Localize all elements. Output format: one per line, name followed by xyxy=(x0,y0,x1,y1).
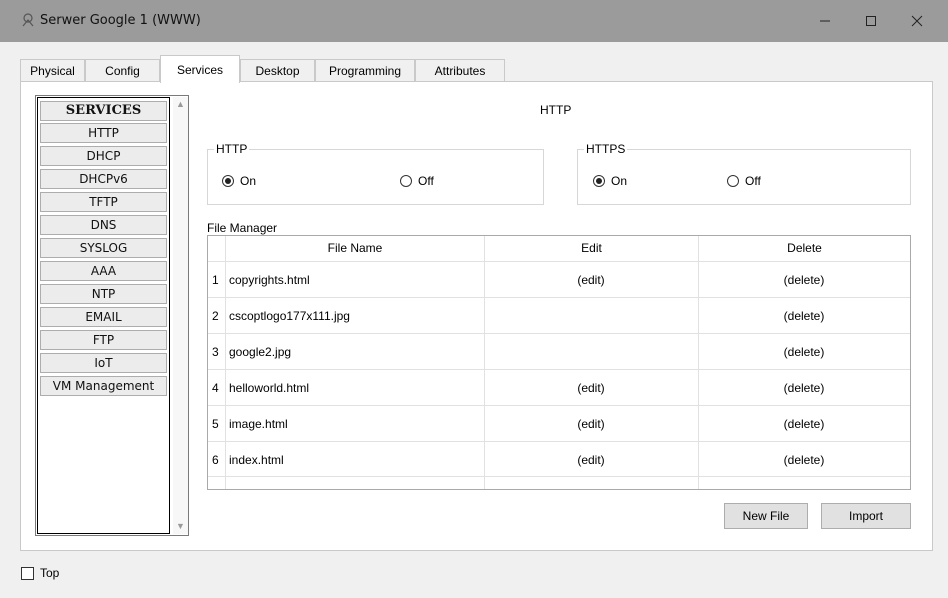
https-on-label: On xyxy=(611,174,628,188)
scroll-down-icon[interactable]: ▼ xyxy=(173,519,188,534)
row-number: 1 xyxy=(212,273,219,287)
service-item-aaa[interactable]: AAA xyxy=(40,261,167,281)
https-on-radio[interactable]: On xyxy=(593,174,627,188)
edit-link[interactable]: (edit) xyxy=(484,262,698,298)
checkbox-icon xyxy=(21,566,34,580)
service-item-ftp[interactable]: FTP xyxy=(40,330,167,350)
delete-link[interactable]: (delete) xyxy=(698,334,910,370)
top-checkbox[interactable]: Top xyxy=(21,566,59,580)
http-off-radio[interactable]: Off xyxy=(400,174,434,188)
import-button[interactable]: Import xyxy=(821,503,911,529)
https-off-label: Off xyxy=(745,174,761,188)
service-item-syslog[interactable]: SYSLOG xyxy=(40,238,167,258)
delete-link[interactable]: (delete) xyxy=(698,298,910,334)
http-off-label: Off xyxy=(418,174,434,188)
delete-link[interactable]: (delete) xyxy=(698,442,910,478)
service-item-dhcp[interactable]: DHCP xyxy=(40,146,167,166)
table-row: 1 copyrights.html (edit) (delete) xyxy=(208,261,910,297)
table-row: 3 google2.jpg (delete) xyxy=(208,333,910,369)
row-number: 6 xyxy=(212,453,219,467)
table-row: 2 cscoptlogo177x111.jpg (delete) xyxy=(208,297,910,333)
close-icon xyxy=(911,15,923,27)
maximize-icon xyxy=(866,16,876,26)
scroll-up-icon[interactable]: ▲ xyxy=(173,97,188,112)
tab-attributes[interactable]: Attributes xyxy=(415,59,505,81)
radio-unchecked-icon xyxy=(400,175,412,187)
delete-link[interactable]: (delete) xyxy=(698,370,910,406)
row-number: 5 xyxy=(212,417,219,431)
service-item-tftp[interactable]: TFTP xyxy=(40,192,167,212)
row-number: 2 xyxy=(212,309,219,323)
minimize-icon xyxy=(820,20,830,22)
delete-link[interactable]: (delete) xyxy=(698,406,910,442)
file-manager-table: File Name Edit Delete 1 copyrights.html … xyxy=(207,235,911,490)
services-header: SERVICES xyxy=(40,101,167,121)
services-scrollbar[interactable]: ▲ ▼ xyxy=(173,97,188,534)
service-item-vm-management[interactable]: VM Management xyxy=(40,376,167,396)
title-bar: Serwer Google 1 (WWW) xyxy=(0,0,948,42)
services-list: SERVICES HTTP DHCP DHCPv6 TFTP DNS SYSLO… xyxy=(37,97,170,534)
table-row: 6 index.html (edit) (delete) xyxy=(208,441,910,477)
service-item-dhcpv6[interactable]: DHCPv6 xyxy=(40,169,167,189)
edit-link[interactable]: (edit) xyxy=(484,370,698,406)
file-name: helloworld.html xyxy=(229,381,310,395)
file-name: google2.jpg xyxy=(229,345,292,359)
service-item-email[interactable]: EMAIL xyxy=(40,307,167,327)
app-icon xyxy=(22,13,34,27)
file-name: copyrights.html xyxy=(229,273,310,287)
delete-link[interactable]: (delete) xyxy=(698,262,910,298)
tab-physical[interactable]: Physical xyxy=(20,59,85,81)
new-file-button[interactable]: New File xyxy=(724,503,808,529)
tab-programming[interactable]: Programming xyxy=(315,59,415,81)
http-group: HTTP xyxy=(207,142,544,205)
section-title: HTTP xyxy=(540,103,572,117)
file-manager-label: File Manager xyxy=(207,221,278,235)
tab-services[interactable]: Services xyxy=(160,55,240,83)
service-item-ntp[interactable]: NTP xyxy=(40,284,167,304)
service-item-dns[interactable]: DNS xyxy=(40,215,167,235)
file-name: image.html xyxy=(229,417,288,431)
row-number: 4 xyxy=(212,381,219,395)
window-title: Serwer Google 1 (WWW) xyxy=(40,13,201,28)
file-name: index.html xyxy=(229,453,284,467)
minimize-button[interactable] xyxy=(802,0,848,42)
http-on-radio[interactable]: On xyxy=(222,174,256,188)
close-button[interactable] xyxy=(894,0,940,42)
radio-checked-icon xyxy=(593,175,605,187)
radio-unchecked-icon xyxy=(727,175,739,187)
top-checkbox-label: Top xyxy=(40,566,60,580)
maximize-button[interactable] xyxy=(848,0,894,42)
table-row: 4 helloworld.html (edit) (delete) xyxy=(208,369,910,405)
table-row: 5 image.html (edit) (delete) xyxy=(208,405,910,441)
http-group-legend: HTTP xyxy=(216,142,248,156)
edit-link[interactable]: (edit) xyxy=(484,406,698,442)
tab-desktop[interactable]: Desktop xyxy=(240,59,315,81)
service-item-http[interactable]: HTTP xyxy=(40,123,167,143)
row-number: 3 xyxy=(212,345,219,359)
column-header-file-name: File Name xyxy=(327,241,383,255)
column-header-edit: Edit xyxy=(581,241,602,255)
edit-link[interactable]: (edit) xyxy=(484,442,698,478)
http-on-label: On xyxy=(240,174,257,188)
column-header-delete: Delete xyxy=(787,241,822,255)
service-item-iot[interactable]: IoT xyxy=(40,353,167,373)
tab-config[interactable]: Config xyxy=(85,59,160,81)
radio-checked-icon xyxy=(222,175,234,187)
file-name: cscoptlogo177x111.jpg xyxy=(229,309,350,323)
services-sidebar: SERVICES HTTP DHCP DHCPv6 TFTP DNS SYSLO… xyxy=(35,95,189,536)
https-group-legend: HTTPS xyxy=(586,142,626,156)
https-off-radio[interactable]: Off xyxy=(727,174,761,188)
